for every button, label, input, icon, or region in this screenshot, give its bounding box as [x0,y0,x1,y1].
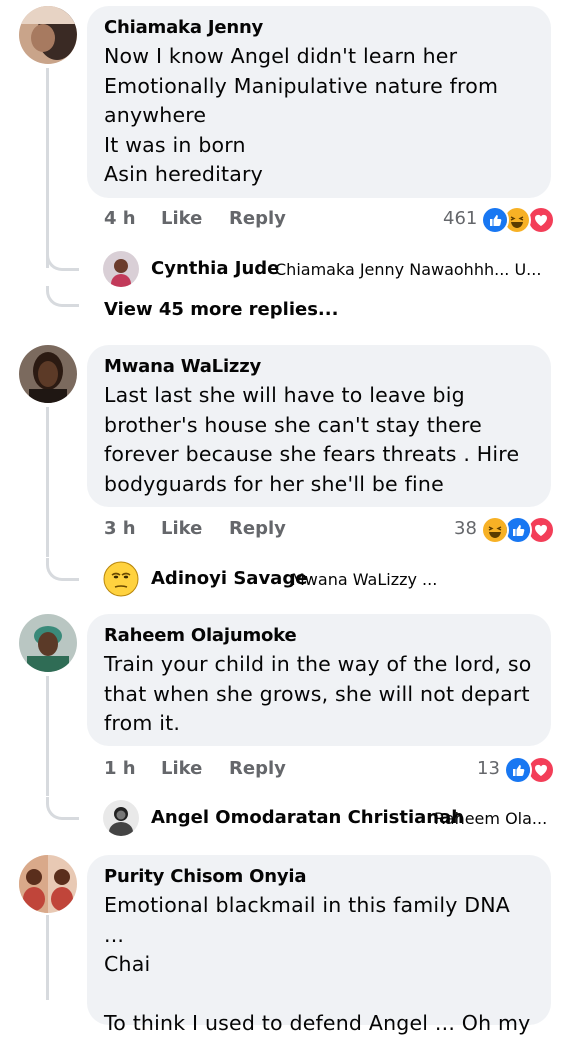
thread-line [46,407,49,557]
comment-time[interactable]: 4 h [104,208,136,229]
reply-author[interactable]: Cynthia Jude [151,258,279,279]
reply-text: Mwana WaLizzy ... [291,570,438,589]
thread-line [46,676,49,796]
reaction-count[interactable]: 38 [454,518,477,539]
reply-button[interactable]: Reply [229,758,286,779]
thread-line [46,915,49,1000]
like-reaction-icon [504,756,532,784]
thread-line [46,68,49,268]
comment-text: Last last she will have to leave big bro… [104,383,520,496]
comment-text: Now I know Angel didn't learn her Emotio… [104,44,499,186]
thread-connector [46,286,79,307]
comment-text: Train your child in the way of the lord,… [104,652,532,735]
thread-connector [46,797,79,820]
comment-bubble: Chiamaka Jenny Now I know Angel didn't l… [87,6,551,198]
comment-author[interactable]: Mwana WaLizzy [104,355,533,379]
reply-author[interactable]: Adinoyi Savage [151,568,307,589]
avatar-raheem-olajumoke[interactable] [19,614,77,672]
avatar-chiamaka-jenny[interactable] [19,6,77,64]
avatar-mwana-walizzy[interactable] [19,345,77,403]
comment-author[interactable]: Chiamaka Jenny [104,16,533,40]
reaction-count[interactable]: 13 [477,758,500,779]
reply-author[interactable]: Angel Omodaratan Christianah [151,807,464,828]
like-button[interactable]: Like [161,518,202,539]
view-more-replies-link[interactable]: View 45 more replies... [104,299,338,320]
comment-time[interactable]: 1 h [104,758,136,779]
like-button[interactable]: Like [161,208,202,229]
reply-preview[interactable]: Cynthia Jude Chiamaka Jenny Nawaohhh... … [103,251,553,287]
comment-actions: 1 h Like Reply 13 [104,756,554,786]
reply-preview[interactable]: Adinoyi Savage Mwana WaLizzy ... [103,561,553,597]
comment-author[interactable]: Purity Chisom Onyia [104,865,533,889]
haha-reaction-icon [481,516,509,544]
reply-button[interactable]: Reply [229,208,286,229]
thread-connector [46,558,79,581]
comment-bubble: Mwana WaLizzy Last last she will have to… [87,345,551,507]
like-reaction-icon [481,206,509,234]
reply-text: Chiamaka Jenny Nawaohhh... U... [275,260,542,279]
reply-preview[interactable]: Angel Omodaratan Christianah Raheem Ola.… [103,800,553,836]
like-button[interactable]: Like [161,758,202,779]
avatar-purity-chisom-onyia[interactable] [19,855,77,913]
thread-connector [46,248,79,271]
reaction-count[interactable]: 461 [443,208,477,229]
comment-text: Emotional blackmail in this family DNA .… [104,893,531,1035]
love-reaction-icon [527,206,555,234]
reply-button[interactable]: Reply [229,518,286,539]
reply-text: Raheem Ola... [434,809,548,828]
comment-author[interactable]: Raheem Olajumoke [104,624,533,648]
comment-time[interactable]: 3 h [104,518,136,539]
comment-bubble: Raheem Olajumoke Train your child in the… [87,614,551,746]
